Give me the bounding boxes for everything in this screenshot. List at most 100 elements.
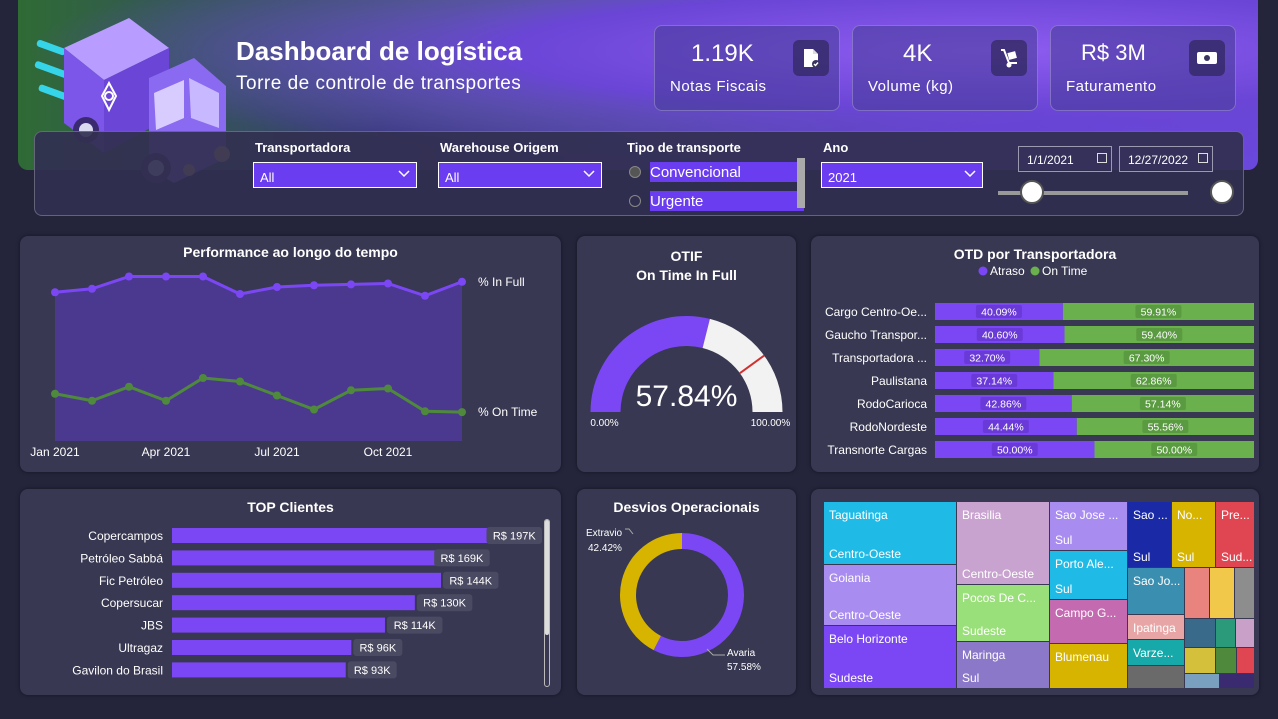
scrollbar[interactable]: [544, 519, 550, 687]
treemap-cell[interactable]: [1237, 648, 1254, 673]
kpi-label: Notas Fiscais: [670, 78, 767, 95]
treemap-cell-name: Taguatinga: [829, 508, 888, 522]
treemap-cell[interactable]: Goiania Centro-Oeste: [824, 565, 956, 625]
calendar-icon[interactable]: [1198, 153, 1208, 163]
treemap-cell[interactable]: [1185, 674, 1219, 688]
treemap-cell[interactable]: Pre... Sud...: [1216, 502, 1254, 567]
on-time-point: [273, 391, 281, 400]
legend-marker-on-time: [1030, 266, 1040, 276]
treemap-cell[interactable]: Sao Jose ... Sul: [1050, 502, 1127, 550]
data-label-on-time: 59.40%: [1141, 330, 1177, 342]
treemap-cell[interactable]: [1216, 619, 1235, 647]
radio-button[interactable]: [629, 195, 641, 207]
page-title: Dashboard de logística: [236, 36, 523, 66]
category-label: Gavilon do Brasil: [72, 663, 163, 677]
treemap-cell[interactable]: Sao ... Sul: [1128, 502, 1171, 567]
data-label-on-time: 67.30%: [1129, 353, 1165, 365]
kpi-value: 1.19K: [691, 40, 754, 67]
treemap-cell-name: Varze...: [1133, 646, 1174, 660]
treemap-cell-name: Porto Ale...: [1055, 557, 1114, 571]
treemap-cell[interactable]: Brasilia Centro-Oeste: [957, 502, 1049, 584]
data-label-atraso: 44.44%: [988, 422, 1024, 434]
on-time-point: [421, 407, 429, 416]
radio-convencional[interactable]: Convencional: [627, 162, 807, 182]
dropdown-value: All: [445, 170, 460, 185]
data-label: R$ 114K: [394, 620, 437, 632]
category-label: Transnorte Cargas: [827, 443, 927, 457]
top-clientes-chart: Copercampos R$ 197K Petróleo Sabbá R$ 169K F…: [72, 527, 542, 679]
on-time-point: [199, 374, 207, 382]
gauge-min-label: 0.00%: [590, 418, 618, 429]
treemap-cell[interactable]: Ipatinga: [1128, 615, 1184, 639]
treemap-cell-name: Belo Horizonte: [829, 632, 908, 646]
on-time-point: [88, 396, 96, 405]
x-tick-label: Jan 2021: [30, 445, 80, 459]
in-full-point: [162, 272, 170, 281]
category-label: Petróleo Sabbá: [80, 551, 163, 565]
treemap-cell-name: No...: [1177, 508, 1203, 522]
on-time-point: [162, 396, 170, 405]
treemap-cell[interactable]: Taguatinga Centro-Oeste: [824, 502, 956, 564]
treemap-cell[interactable]: Blumenau: [1050, 644, 1127, 688]
treemap-cell-name: Pocos De C...: [962, 591, 1037, 605]
chevron-down-icon: [964, 170, 976, 178]
treemap-cell[interactable]: Pocos De C... Sudeste: [957, 585, 1049, 641]
treemap-cell[interactable]: [1220, 674, 1254, 688]
treemap-cell[interactable]: [1216, 648, 1236, 673]
treemap-cell-region: Sud...: [1221, 550, 1253, 564]
treemap-cell[interactable]: [1236, 619, 1254, 647]
in-full-point: [384, 279, 392, 288]
date-from-value: 1/1/2021: [1027, 153, 1074, 167]
on-time-point: [51, 389, 59, 398]
kpi-value: 4K: [903, 40, 933, 67]
treemap-cell[interactable]: Belo Horizonte Sudeste: [824, 626, 956, 688]
in-full-point: [458, 277, 466, 286]
treemap-cell[interactable]: [1235, 568, 1254, 618]
treemap-cell[interactable]: Campo G...: [1050, 600, 1127, 643]
bar-value: [172, 572, 441, 588]
radio-button[interactable]: [629, 166, 641, 178]
treemap-cell-region: Sul: [1177, 550, 1195, 564]
transportadora-dropdown[interactable]: All: [253, 162, 417, 188]
data-label: R$ 169K: [441, 553, 484, 565]
scrollbar[interactable]: [797, 158, 805, 208]
ano-dropdown[interactable]: 2021: [821, 162, 983, 188]
date-from-input[interactable]: 1/1/2021: [1018, 146, 1112, 172]
in-full-point: [199, 272, 207, 281]
treemap-cell[interactable]: [1185, 619, 1215, 647]
treemap-cell[interactable]: No... Sul: [1172, 502, 1215, 567]
treemap-cell[interactable]: [1128, 666, 1184, 688]
in-full-point: [88, 284, 96, 293]
date-slider-start-handle[interactable]: [1020, 180, 1044, 204]
scroll-thumb[interactable]: [545, 520, 549, 635]
treemap-cell[interactable]: Sao Jo...: [1128, 568, 1184, 614]
treemap-cell-name: Maringa: [962, 648, 1006, 662]
category-label: Gaucho Transpor...: [825, 328, 927, 342]
data-label-atraso: 42.86%: [986, 399, 1022, 411]
calendar-icon[interactable]: [1097, 153, 1107, 163]
date-to-input[interactable]: 12/27/2022: [1119, 146, 1213, 172]
category-label: RodoCarioca: [857, 397, 927, 411]
treemap-cell-region: Centro-Oeste: [962, 567, 1035, 581]
treemap-cell[interactable]: [1210, 568, 1234, 618]
gauge-max-label: 100.00%: [751, 418, 791, 429]
treemap-cell[interactable]: Porto Ale... Sul: [1050, 551, 1127, 599]
in-full-point: [51, 288, 59, 297]
top-clientes-card: TOP Clientes Copercampos R$ 197K Petróleo …: [20, 489, 561, 695]
treemap-cell[interactable]: [1185, 648, 1215, 673]
data-label: R$ 197K: [493, 531, 536, 543]
treemap-cell[interactable]: Maringa Sul: [957, 642, 1049, 688]
data-label: R$ 144K: [449, 575, 492, 587]
data-label-on-time: 62.86%: [1136, 376, 1172, 388]
treemap-card: Taguatinga Centro-Oeste Goiania Centro-Oest…: [811, 489, 1259, 695]
treemap-cell-name: Brasilia: [962, 508, 1002, 522]
treemap-cell[interactable]: [1185, 568, 1209, 618]
category-label: Cargo Centro-Oe...: [825, 305, 927, 319]
radio-urgente[interactable]: Urgente: [627, 191, 807, 211]
radio-label: Urgente: [650, 191, 804, 211]
treemap-cell[interactable]: Varze...: [1128, 640, 1184, 665]
otif-gauge: 57.84% 0.00% 100.00%: [590, 316, 791, 429]
date-slider-end-handle[interactable]: [1210, 180, 1234, 204]
warehouse-dropdown[interactable]: All: [438, 162, 602, 188]
data-label-atraso: 32.70%: [969, 353, 1005, 365]
